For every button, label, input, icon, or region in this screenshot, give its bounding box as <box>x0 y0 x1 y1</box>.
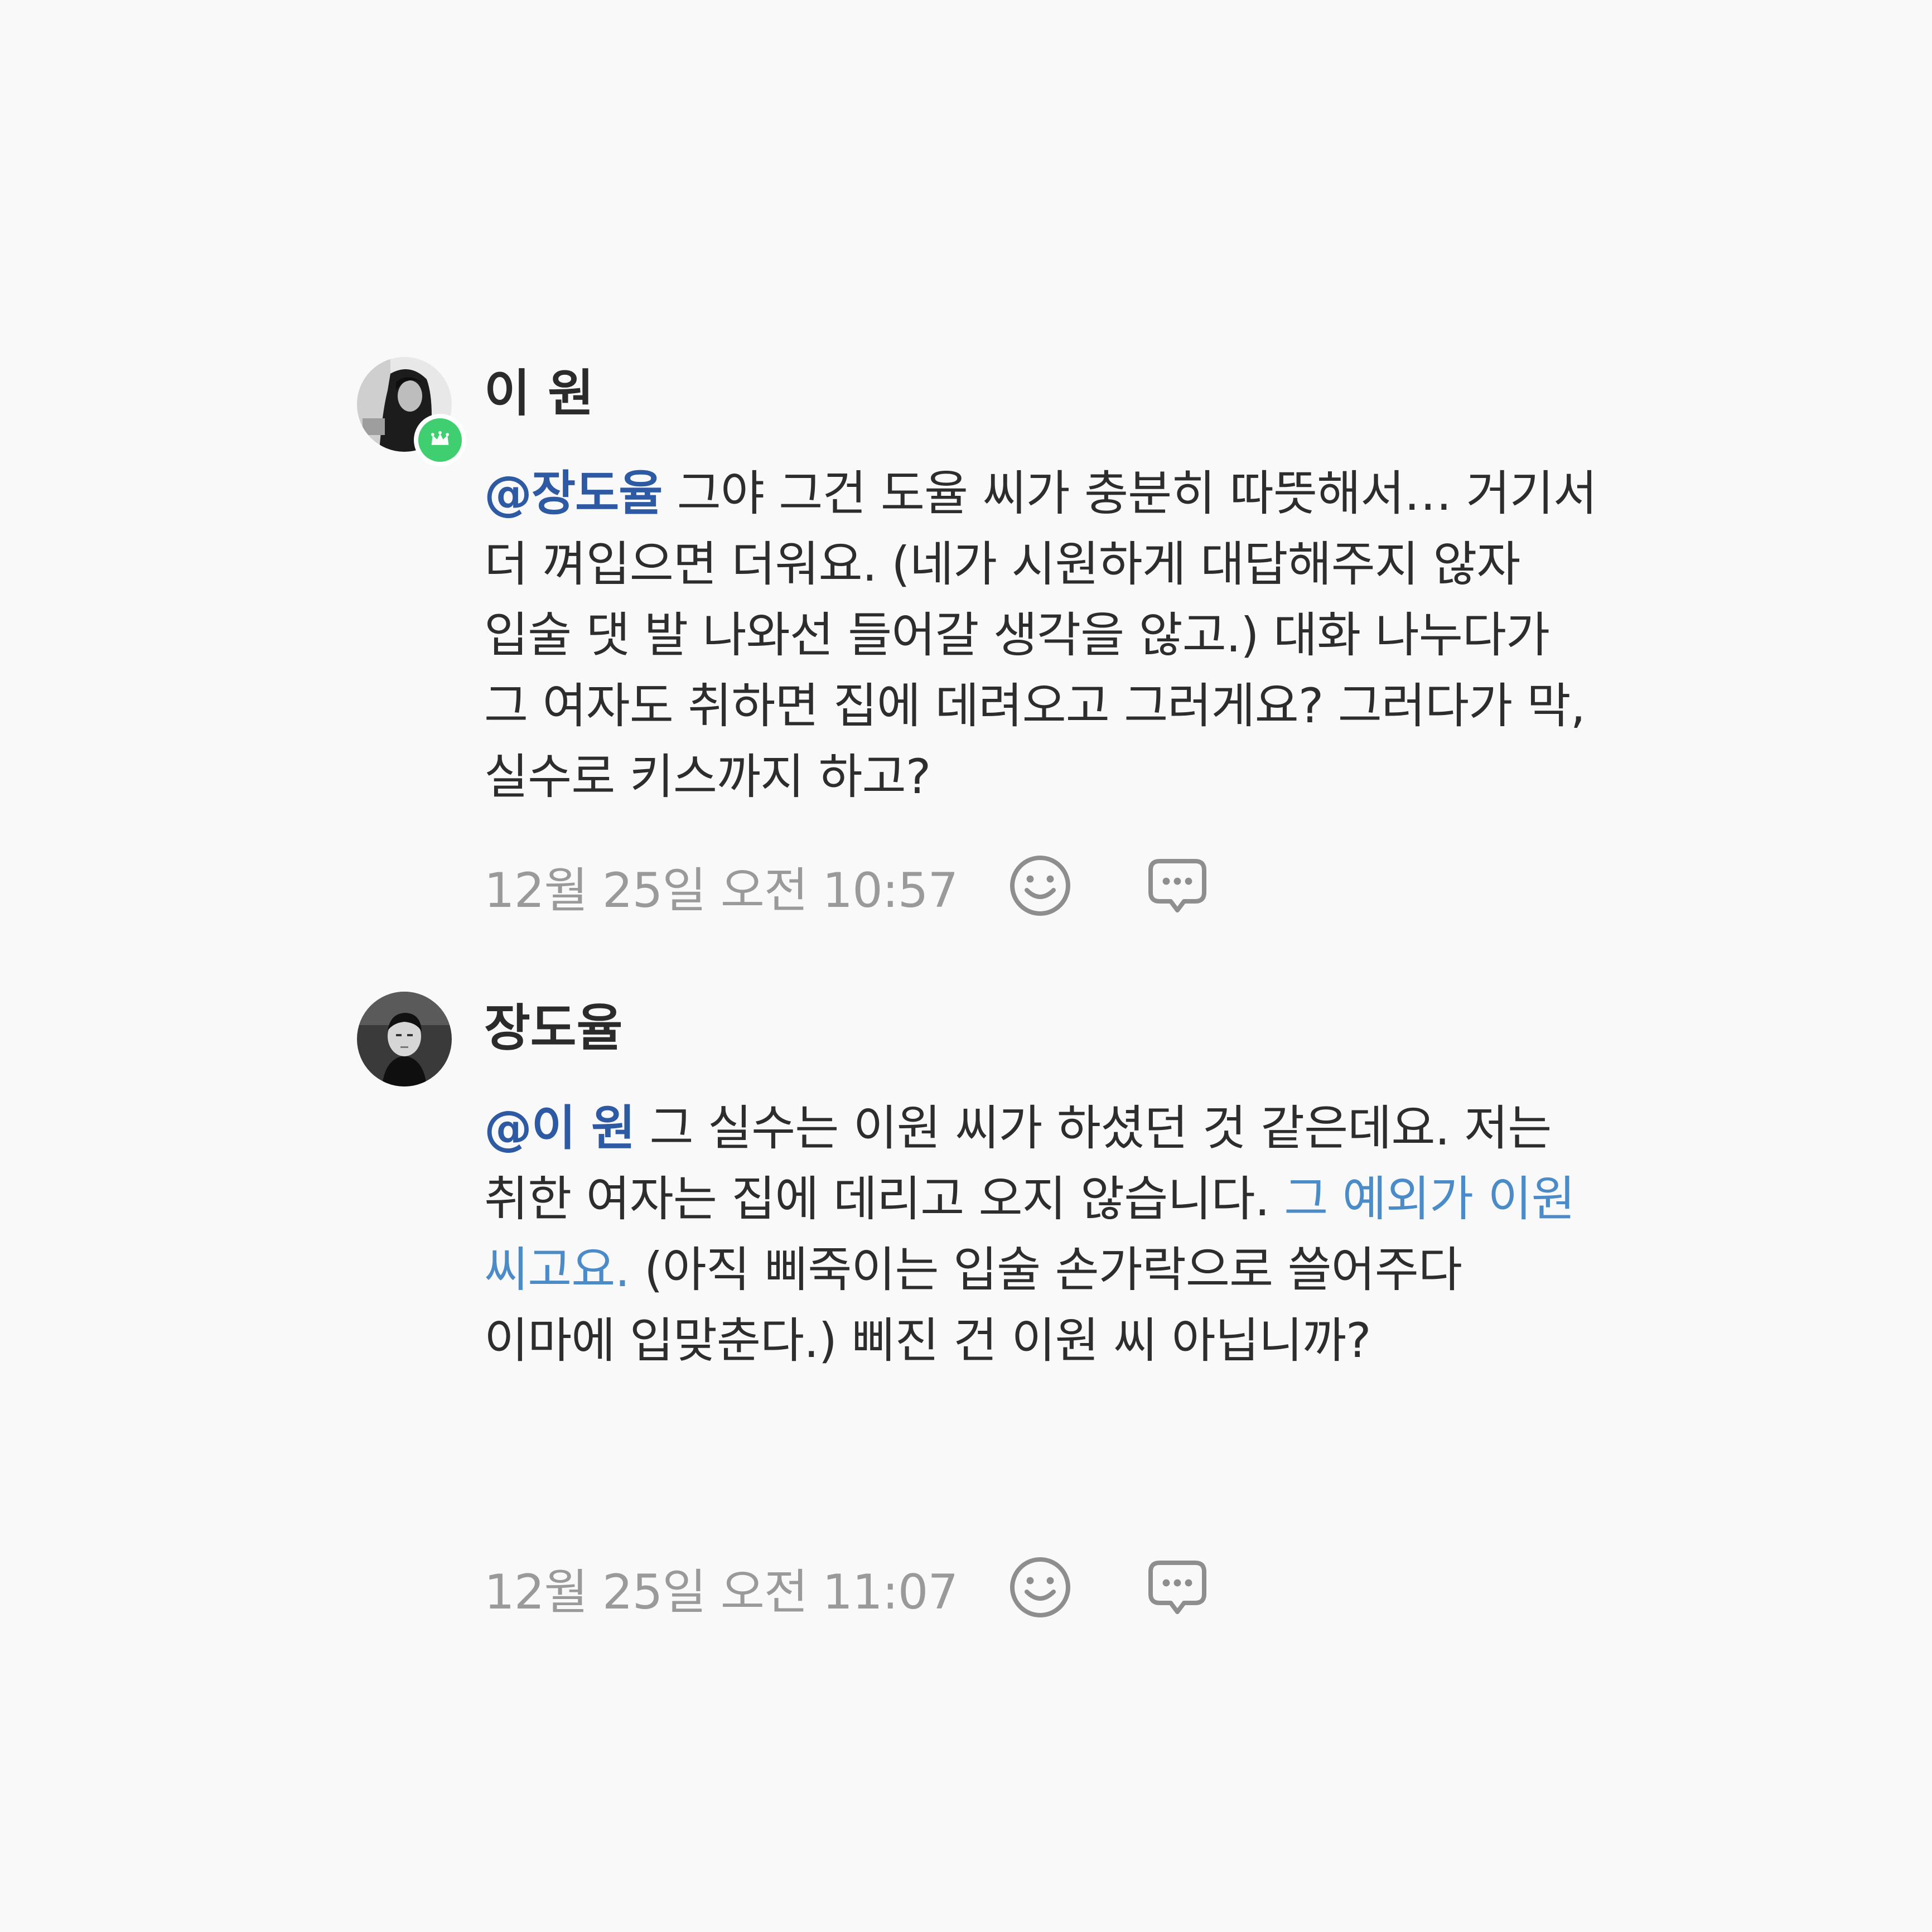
smiley-icon <box>1010 856 1071 916</box>
speech-bubble-icon <box>1148 1561 1207 1614</box>
comment-timestamp: 12월 25일 오전 11:07 <box>484 1564 958 1620</box>
comment-author[interactable]: 장도율 <box>484 1001 622 1056</box>
crown-badge <box>414 414 466 466</box>
avatar[interactable] <box>357 992 452 1086</box>
smiley-icon <box>1010 1557 1071 1617</box>
reply-button[interactable] <box>1144 852 1211 919</box>
comment-meta: 12월 25일 오전 10:57 <box>484 852 1211 919</box>
comment-timestamp: 12월 25일 오전 10:57 <box>484 862 958 919</box>
comment-meta: 12월 25일 오전 11:07 <box>484 1554 1211 1621</box>
comment-body: @이 원 그 실수는 이원 씨가 하셨던 것 같은데요. 저는 취한 여자는 집… <box>484 1093 1600 1376</box>
comment-body: @장도율 그야 그건 도율 씨가 충분히 따뜻해서… 거기서 더 껴입으면 더워… <box>484 458 1600 813</box>
mention-link[interactable]: @장도율 <box>484 466 663 521</box>
comment-author[interactable]: 이 원 <box>484 366 594 422</box>
profile-photo-man <box>357 992 452 1086</box>
reply-button[interactable] <box>1144 1554 1211 1621</box>
reaction-button[interactable] <box>1007 1554 1074 1621</box>
comment-text-continued: (아직 삐죽이는 입술 손가락으로 쓸어주다 이마에 입맞춘다.) 삐진 건 이… <box>484 1242 1462 1369</box>
reaction-button[interactable] <box>1007 852 1074 919</box>
speech-bubble-icon <box>1148 859 1207 912</box>
crown-icon <box>431 431 450 445</box>
mention-link[interactable]: @이 원 <box>484 1100 635 1156</box>
comment-thread: 이 원 @장도율 그야 그건 도율 씨가 충분히 따뜻해서… 거기서 더 껴입으… <box>0 0 1932 1932</box>
